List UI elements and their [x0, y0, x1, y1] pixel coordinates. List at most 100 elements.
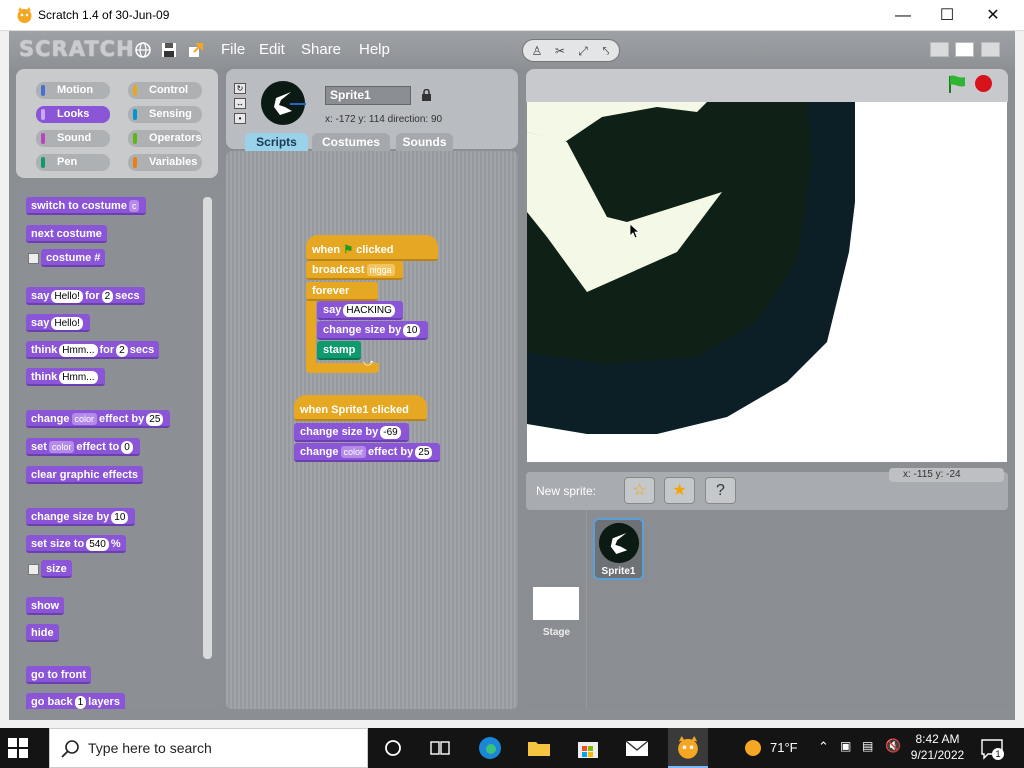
category-control[interactable]: Control — [128, 82, 202, 99]
block-clear-graphic-effects[interactable]: clear graphic effects — [26, 466, 143, 484]
costume-num-checkbox[interactable] — [28, 253, 39, 264]
category-operators[interactable]: Operators — [128, 130, 202, 147]
when-sprite-clicked-hat[interactable]: when Sprite1 clicked — [294, 395, 427, 421]
chevron-up-icon[interactable]: ⌃ — [818, 739, 829, 755]
taskbar-search-box[interactable]: Type here to search — [49, 728, 368, 768]
stage-label: Stage — [542, 627, 571, 638]
search-icon — [61, 740, 79, 758]
sprite-name-field[interactable]: Sprite1 — [325, 86, 411, 105]
small-stage-mode-icon[interactable] — [930, 42, 949, 57]
edge-browser-icon[interactable] — [477, 736, 503, 760]
menu-bar: SCRATCH File Edit Share Help ♙ ✂ ⤢ ⤣ — [9, 31, 1015, 69]
window-title: Scratch 1.4 of 30-Jun-09 — [38, 8, 170, 22]
forever-block-arm — [306, 301, 316, 371]
block-change-size[interactable]: change size by 10 — [26, 508, 136, 526]
save-icon[interactable] — [161, 42, 177, 58]
minimize-button[interactable]: — — [880, 0, 926, 31]
scratch-taskbar-button[interactable] — [668, 728, 708, 768]
tab-sounds[interactable]: Sounds — [396, 133, 453, 152]
presentation-mode-icon[interactable] — [981, 42, 1000, 57]
close-button[interactable]: ✕ — [970, 0, 1016, 31]
change-size-block-2[interactable]: change size by -69 — [294, 423, 409, 442]
category-sensing[interactable]: Sensing — [128, 106, 202, 123]
menu-share[interactable]: Share — [301, 41, 341, 58]
category-motion[interactable]: Motion — [36, 82, 110, 99]
shrink-icon[interactable]: ⤣ — [596, 42, 616, 60]
block-show[interactable]: show — [26, 597, 65, 615]
surprise-sprite-icon[interactable]: ? — [705, 477, 736, 504]
say-block[interactable]: say HACKING — [317, 301, 403, 320]
block-set-effect[interactable]: set color effect to 0 — [26, 438, 140, 456]
block-think[interactable]: think Hmm... — [26, 368, 105, 386]
network-icon[interactable]: ▤ — [862, 739, 873, 753]
stage[interactable] — [527, 102, 1007, 462]
tab-scripts[interactable]: Scripts — [245, 133, 308, 152]
block-think-for-secs[interactable]: think Hmm... for 2 secs — [26, 341, 160, 359]
size-checkbox[interactable] — [28, 564, 39, 575]
volume-muted-icon[interactable]: 🔇 — [885, 738, 901, 754]
menu-edit[interactable]: Edit — [259, 41, 285, 58]
globe-icon[interactable] — [135, 42, 151, 58]
scratch-app: SCRATCH File Edit Share Help ♙ ✂ ⤢ ⤣ Mot… — [9, 31, 1015, 720]
block-say[interactable]: say Hello! — [26, 314, 90, 332]
change-effect-block[interactable]: change color effect by 25 — [294, 443, 441, 462]
loop-arrow-icon: ⤻ — [363, 358, 374, 369]
broadcast-block[interactable]: broadcast nigga — [306, 261, 403, 280]
block-say-for-secs[interactable]: say Hello! for 2 secs — [26, 287, 145, 305]
block-size[interactable]: size — [41, 560, 72, 578]
duplicate-icon[interactable]: ♙ — [527, 42, 547, 60]
sprite-coordinates: x: -172 y: 114 direction: 90 — [325, 114, 443, 125]
cortana-icon[interactable] — [380, 736, 406, 760]
normal-stage-mode-icon[interactable] — [955, 42, 974, 57]
sprite1-tile[interactable]: Sprite1 — [593, 518, 644, 580]
delete-icon[interactable]: ✂ — [550, 42, 570, 60]
change-size-block[interactable]: change size by 10 — [317, 321, 429, 340]
menu-help[interactable]: Help — [359, 41, 390, 58]
windows-start-icon[interactable] — [8, 738, 28, 758]
grow-icon[interactable]: ⤢ — [573, 42, 593, 60]
category-looks[interactable]: Looks — [36, 106, 110, 123]
rotate-flip-icon[interactable]: ↔ — [234, 98, 246, 109]
block-set-size[interactable]: set size to 540% — [26, 535, 126, 553]
green-flag-button-icon[interactable] — [947, 75, 967, 93]
mail-icon[interactable] — [624, 736, 650, 760]
forever-block-end: ⤻ — [306, 358, 379, 373]
file-explorer-icon[interactable] — [526, 736, 552, 760]
maximize-button[interactable]: ☐ — [924, 0, 970, 31]
stop-button-icon[interactable] — [975, 75, 992, 92]
menu-file[interactable]: File — [221, 41, 245, 58]
block-go-to-front[interactable]: go to front — [26, 666, 91, 684]
rotate-none-icon[interactable]: • — [234, 113, 246, 124]
stamp-block[interactable]: stamp — [317, 341, 362, 360]
block-switch-costume[interactable]: switch to costume c — [26, 197, 147, 215]
block-go-back-layers[interactable]: go back 1 layers — [26, 693, 125, 709]
category-selector: Motion Control Looks Sensing Sound Opera… — [16, 69, 218, 178]
block-hide[interactable]: hide — [26, 624, 59, 642]
taskbar-clock[interactable]: 8:42 AM 9/21/2022 — [905, 731, 970, 763]
paint-new-sprite-icon[interactable]: ☆ — [624, 477, 655, 504]
forever-block[interactable]: forever — [306, 282, 378, 301]
rotate-full-icon[interactable]: ↻ — [234, 83, 246, 94]
stage-thumbnail[interactable] — [533, 587, 579, 620]
notification-center-icon[interactable]: 1 — [980, 738, 1004, 760]
category-sound[interactable]: Sound — [36, 130, 110, 147]
block-costume-num[interactable]: costume # — [41, 249, 106, 267]
microsoft-store-icon[interactable] — [575, 736, 601, 760]
share-icon[interactable] — [188, 42, 204, 58]
weather-temperature[interactable]: 71°F — [770, 740, 798, 755]
weather-sun-icon[interactable] — [740, 736, 766, 760]
tab-costumes[interactable]: Costumes — [312, 133, 390, 152]
palette-scrollbar[interactable] — [203, 197, 212, 659]
lock-icon[interactable] — [421, 89, 432, 101]
category-pen[interactable]: Pen — [36, 154, 110, 171]
scripts-area[interactable]: when ⚑ clicked broadcast nigga forever sa… — [226, 151, 518, 709]
mouse-cursor-icon — [630, 224, 639, 238]
meet-now-icon[interactable]: ▣ — [840, 739, 851, 753]
task-view-icon[interactable] — [427, 736, 453, 760]
when-flag-clicked-hat[interactable]: when ⚑ clicked — [306, 235, 438, 261]
block-change-effect[interactable]: change color effect by 25 — [26, 410, 171, 428]
scratch-window: Scratch 1.4 of 30-Jun-09 — ☐ ✕ SCRATCH F… — [0, 0, 1024, 728]
category-variables[interactable]: Variables — [128, 154, 202, 171]
block-next-costume[interactable]: next costume — [26, 225, 107, 243]
choose-sprite-from-file-icon[interactable]: ★ — [664, 477, 695, 504]
